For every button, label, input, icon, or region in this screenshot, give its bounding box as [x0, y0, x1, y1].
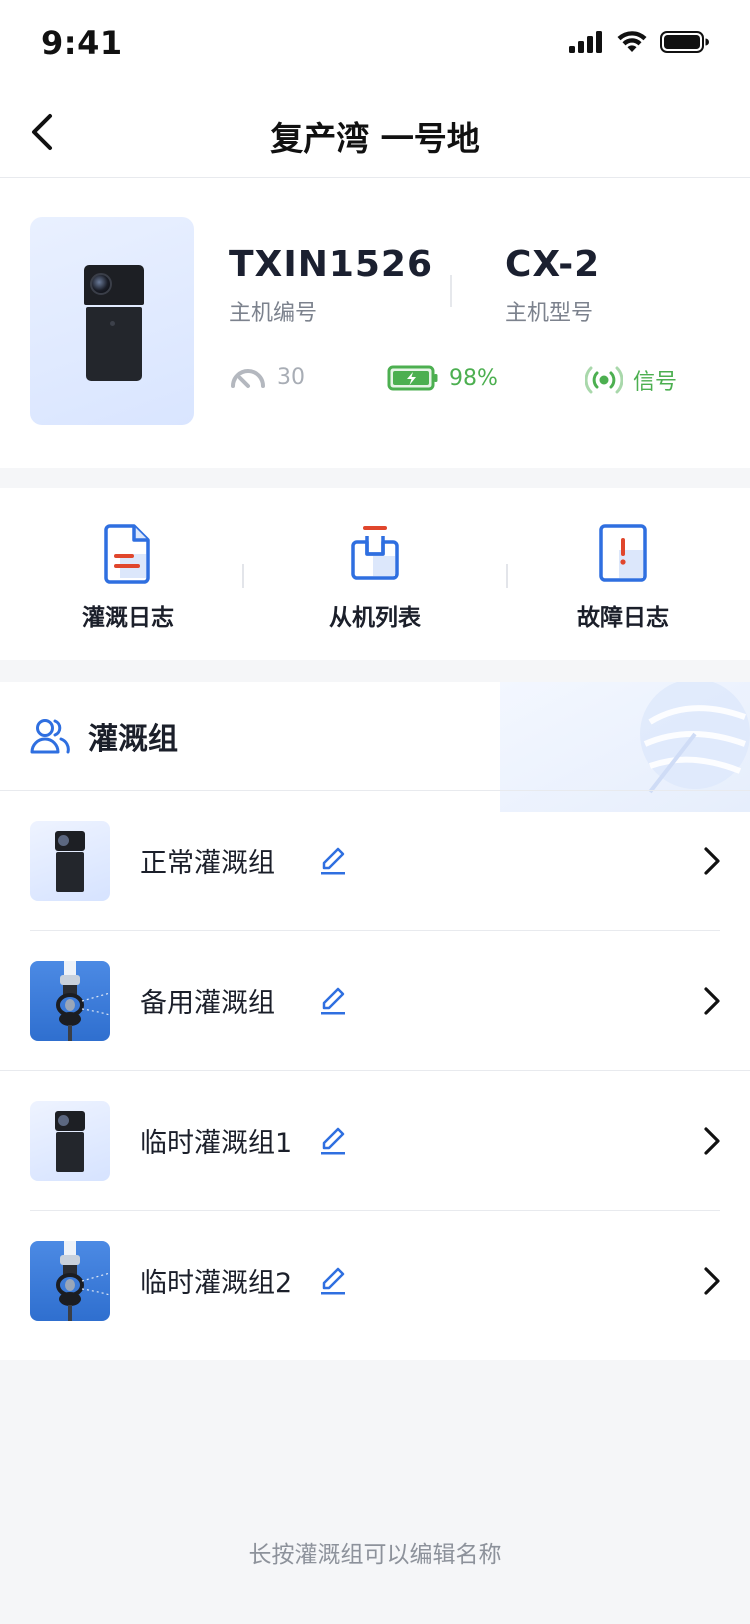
users-icon	[30, 719, 70, 754]
signal-metric: 信号	[585, 364, 677, 396]
group-name: 临时灌溉组1	[140, 1128, 293, 1159]
group-row[interactable]: 备用灌溉组	[0, 931, 750, 1071]
irrigation-log-button[interactable]: 灌溉日志	[28, 524, 228, 632]
group-name: 临时灌溉组2	[140, 1268, 293, 1299]
slave-list-label: 从机列表	[329, 605, 421, 631]
speed-metric: 30	[229, 364, 305, 390]
divider	[242, 564, 244, 588]
device-id-label: 主机编号	[229, 301, 318, 326]
fault-log-icon	[599, 524, 647, 582]
slave-list-icon	[351, 526, 399, 580]
status-time: 9:41	[41, 24, 123, 62]
divider	[450, 275, 452, 307]
battery-metric: 98%	[387, 364, 498, 392]
slave-list-button[interactable]: 从机列表	[275, 524, 475, 632]
sprinkler-icon	[56, 961, 110, 1041]
page-title: 复产湾 一号地	[270, 119, 480, 158]
divider	[506, 564, 508, 588]
battery-icon	[660, 31, 709, 53]
device-model-value: CX-2	[505, 244, 601, 285]
status-icons	[568, 30, 710, 54]
group-row[interactable]: 正常灌溉组	[0, 791, 750, 931]
group-row[interactable]: 临时灌溉组2	[0, 1211, 750, 1351]
group-thumbnail-sprinkler	[30, 1241, 110, 1321]
edit-icon[interactable]	[318, 841, 348, 875]
edit-icon[interactable]	[318, 1261, 348, 1295]
hint-text: 长按灌溉组可以编辑名称	[248, 1542, 502, 1568]
irrigation-log-icon	[104, 524, 150, 584]
speedometer-icon	[231, 369, 265, 388]
speed-value: 30	[277, 364, 305, 390]
device-info-card: TXIN1526 主机编号 CX-2 主机型号 30 98% 信号	[0, 178, 750, 468]
signal-label: 信号	[633, 370, 678, 395]
group-name: 正常灌溉组	[140, 848, 275, 879]
navigation-bar: 复产湾 一号地	[0, 88, 750, 178]
groups-title: 灌溉组	[88, 722, 178, 757]
fault-log-button[interactable]: 故障日志	[523, 524, 723, 632]
device-image	[30, 217, 194, 425]
battery-charging-icon	[387, 365, 438, 391]
groups-header: 灌溉组	[30, 714, 178, 758]
irrigation-log-label: 灌溉日志	[82, 605, 174, 631]
group-thumbnail-sprinkler	[30, 961, 110, 1041]
irrigation-groups-section: 灌溉组 正常灌溉组 备用灌溉组 临时灌溉组1 临时灌溉组2	[0, 682, 750, 1360]
signal-broadcast-icon	[585, 366, 623, 394]
group-row[interactable]: 临时灌溉组1	[0, 1071, 750, 1211]
group-name: 备用灌溉组	[140, 988, 275, 1019]
group-thumbnail-camera	[30, 1101, 110, 1181]
edit-icon[interactable]	[318, 1121, 348, 1155]
device-id-block: TXIN1526 主机编号	[229, 244, 433, 327]
chevron-right-icon	[704, 1267, 720, 1295]
device-model-label: 主机型号	[505, 301, 594, 326]
group-thumbnail-camera	[30, 821, 110, 901]
battery-value: 98%	[449, 365, 498, 391]
device-model-block: CX-2 主机型号	[505, 244, 600, 327]
chevron-right-icon	[704, 987, 720, 1015]
cellular-signal-icon	[569, 31, 602, 53]
quick-actions: 灌溉日志 从机列表 故障日志	[0, 488, 750, 660]
wifi-icon	[617, 31, 647, 52]
device-id-value: TXIN1526	[229, 244, 434, 285]
sprinkler-icon	[56, 1241, 110, 1321]
chevron-right-icon	[704, 847, 720, 875]
edit-icon[interactable]	[318, 981, 348, 1015]
status-bar: 9:41	[0, 0, 750, 88]
fault-log-label: 故障日志	[577, 605, 669, 631]
chevron-right-icon	[704, 1127, 720, 1155]
camera-illustration	[84, 265, 144, 383]
